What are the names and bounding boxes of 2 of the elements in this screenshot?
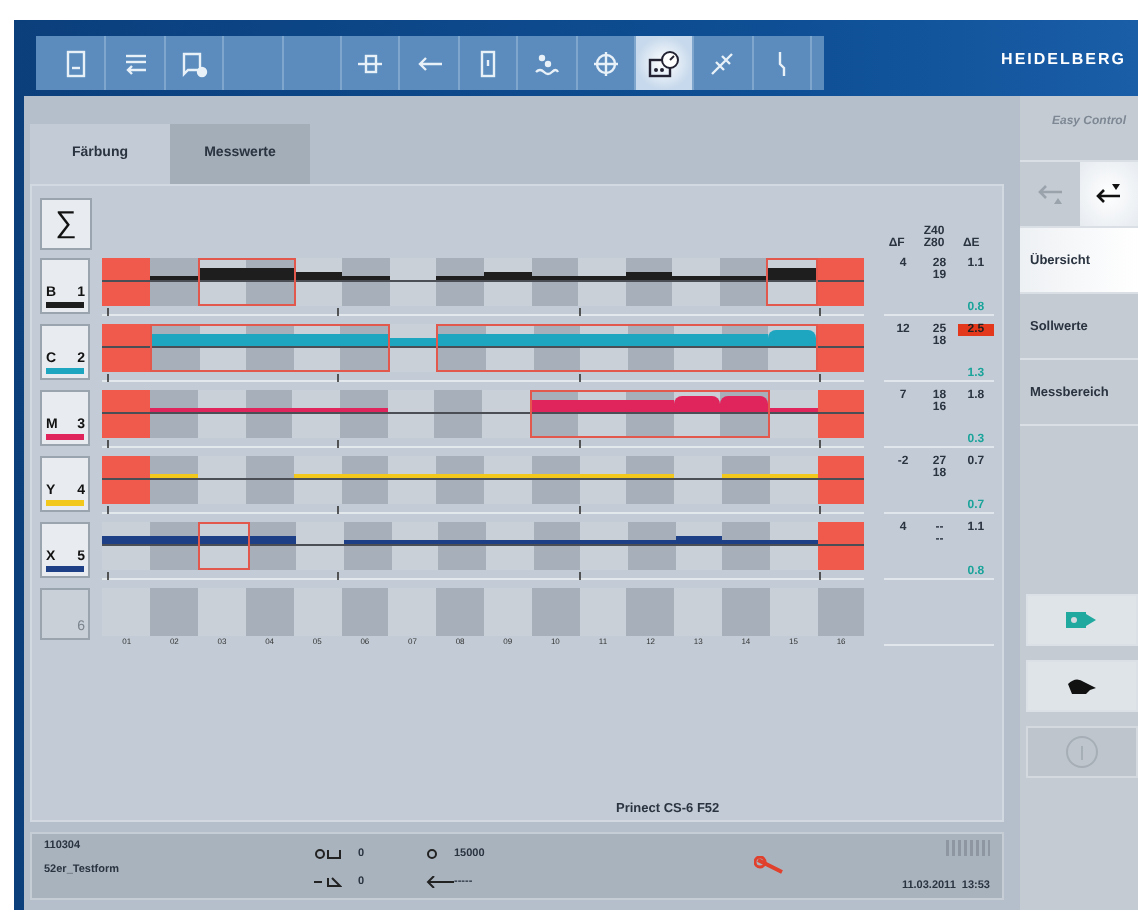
sum-button[interactable]: ∑ <box>40 197 92 250</box>
logo: HEIDELBERG <box>1001 50 1126 68</box>
